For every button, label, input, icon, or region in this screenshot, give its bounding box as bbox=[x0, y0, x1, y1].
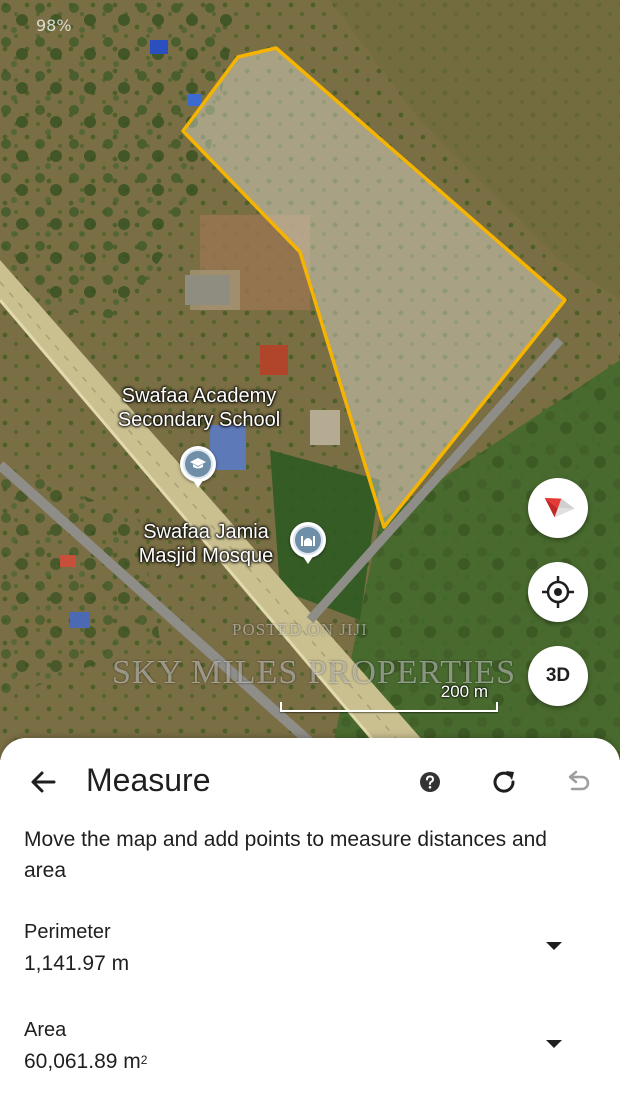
place-label-mosque[interactable]: Swafaa Jamia Masjid Mosque bbox=[126, 520, 286, 568]
3d-toggle-button[interactable]: 3D bbox=[528, 646, 588, 706]
arrow-back-icon bbox=[31, 771, 56, 793]
area-unit-superscript: 2 bbox=[140, 1053, 148, 1067]
help-button[interactable] bbox=[412, 764, 448, 800]
scale-bar-line bbox=[280, 702, 498, 712]
undo-button[interactable] bbox=[560, 764, 596, 800]
my-location-button[interactable] bbox=[528, 562, 588, 622]
area-label: Area bbox=[24, 1019, 67, 1041]
refresh-icon bbox=[493, 771, 515, 793]
back-button[interactable] bbox=[24, 762, 64, 802]
my-location-icon bbox=[542, 576, 574, 608]
help-icon bbox=[420, 772, 440, 792]
area-value: 60,061.89 m bbox=[24, 1050, 141, 1073]
measure-bottom-sheet: Measure Move the map and add points to m… bbox=[0, 738, 620, 1120]
watermark-posted: POSTED ON JIJI bbox=[232, 620, 368, 639]
sheet-header: Measure bbox=[0, 738, 620, 824]
perimeter-value: 1,141.97 m bbox=[24, 952, 130, 975]
compass-icon bbox=[544, 497, 575, 518]
school-icon[interactable] bbox=[180, 446, 216, 482]
area-value-wrap: 60,061.89 m2 bbox=[24, 1046, 596, 1078]
place-label-school[interactable]: Swafaa Academy Secondary School bbox=[108, 384, 290, 432]
measure-instructions: Move the map and add points to measure d… bbox=[24, 828, 547, 882]
area-row[interactable]: Area 60,061.89 m2 bbox=[24, 1016, 596, 1086]
scale-label: 200 m bbox=[440, 682, 488, 701]
sheet-title: Measure bbox=[86, 762, 211, 798]
scale-bar: 200 m bbox=[278, 682, 498, 712]
undo-icon bbox=[568, 770, 590, 791]
map-terrain bbox=[0, 0, 620, 760]
perimeter-label: Perimeter bbox=[24, 921, 111, 943]
perimeter-row[interactable]: Perimeter 1,141.97 m bbox=[24, 918, 596, 988]
compass-button[interactable] bbox=[528, 478, 588, 538]
chevron-down-icon[interactable] bbox=[546, 942, 562, 950]
reset-button[interactable] bbox=[486, 764, 522, 800]
satellite-map[interactable]: 98% Swafaa Academy Secondary School Swaf… bbox=[0, 0, 620, 760]
chevron-down-icon[interactable] bbox=[546, 1040, 562, 1048]
battery-level: 98% bbox=[36, 16, 72, 35]
mosque-icon[interactable] bbox=[290, 522, 326, 558]
